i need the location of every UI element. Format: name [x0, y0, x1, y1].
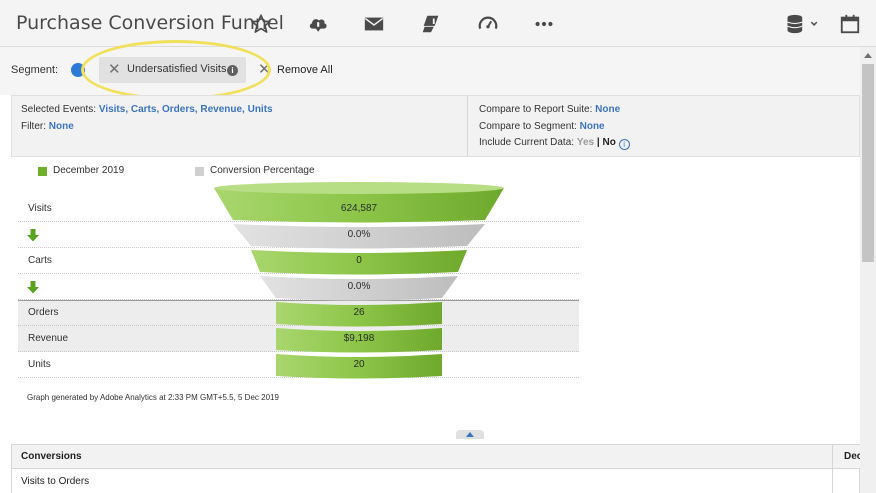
database-dropdown-icon[interactable] — [784, 12, 824, 36]
column-header-conversions[interactable]: Conversions — [21, 451, 82, 462]
funnel-value-label: 20 — [353, 359, 365, 370]
cloud-download-icon[interactable] — [306, 12, 330, 36]
column-divider — [832, 445, 833, 493]
funnel-value-label: $9,198 — [343, 333, 375, 344]
conversions-table: Conversions Dec Visits to Orders — [11, 444, 862, 493]
compare-segment-link[interactable]: None — [580, 121, 605, 132]
bookmark-add-icon[interactable] — [419, 12, 443, 36]
scroll-up-arrow-icon[interactable] — [864, 53, 872, 58]
funnel-value-label: 0 — [356, 255, 362, 266]
selected-events-link[interactable]: Visits, Carts, Orders, Revenue, Units — [99, 104, 273, 115]
include-yes-link[interactable]: Yes — [577, 137, 594, 148]
graph-footnote: Graph generated by Adobe Analytics at 2:… — [27, 393, 279, 402]
vertical-scrollbar[interactable] — [860, 47, 876, 493]
scrollbar-thumb[interactable] — [862, 64, 874, 262]
app-header: Purchase Conversion Funnel — [0, 0, 876, 47]
filter-row: Filter: None — [21, 121, 74, 132]
collapse-chart-toggle[interactable] — [456, 430, 484, 439]
calendar-icon[interactable] — [838, 12, 862, 36]
compare-segment-row: Compare to Segment: None — [479, 121, 605, 132]
funnel-value-label: 0.0% — [347, 229, 371, 240]
table-row: Visits to Orders — [21, 476, 90, 487]
filter-link[interactable]: None — [49, 121, 74, 132]
more-icon[interactable] — [532, 12, 556, 36]
table-header: Conversions Dec — [12, 445, 862, 469]
remove-all-button[interactable]: Remove All — [277, 64, 333, 76]
annotation-highlight-ellipse — [81, 40, 271, 100]
compare-suite-row: Compare to Report Suite: None — [479, 104, 621, 115]
info-icon[interactable]: i — [618, 139, 630, 150]
funnel-top-rim — [214, 182, 504, 194]
star-icon[interactable] — [249, 12, 273, 36]
page-title: Purchase Conversion Funnel — [16, 12, 284, 34]
mail-icon[interactable] — [362, 12, 386, 36]
compare-suite-link[interactable]: None — [595, 104, 620, 115]
segment-label: Segment: — [11, 64, 59, 76]
funnel-value-label: 26 — [353, 307, 365, 318]
settings-divider — [467, 96, 468, 156]
funnel-value-label: 0.0% — [347, 281, 371, 292]
include-current-row: Include Current Data: Yes | No i — [479, 137, 630, 150]
selected-events-row: Selected Events: Visits, Carts, Orders, … — [21, 104, 273, 115]
include-no-option[interactable]: No — [602, 137, 615, 148]
funnel-value-label: 624,587 — [340, 203, 378, 214]
funnel-chart: December 2019 Conversion Percentage Visi… — [18, 160, 579, 405]
speedometer-icon[interactable] — [476, 12, 500, 36]
